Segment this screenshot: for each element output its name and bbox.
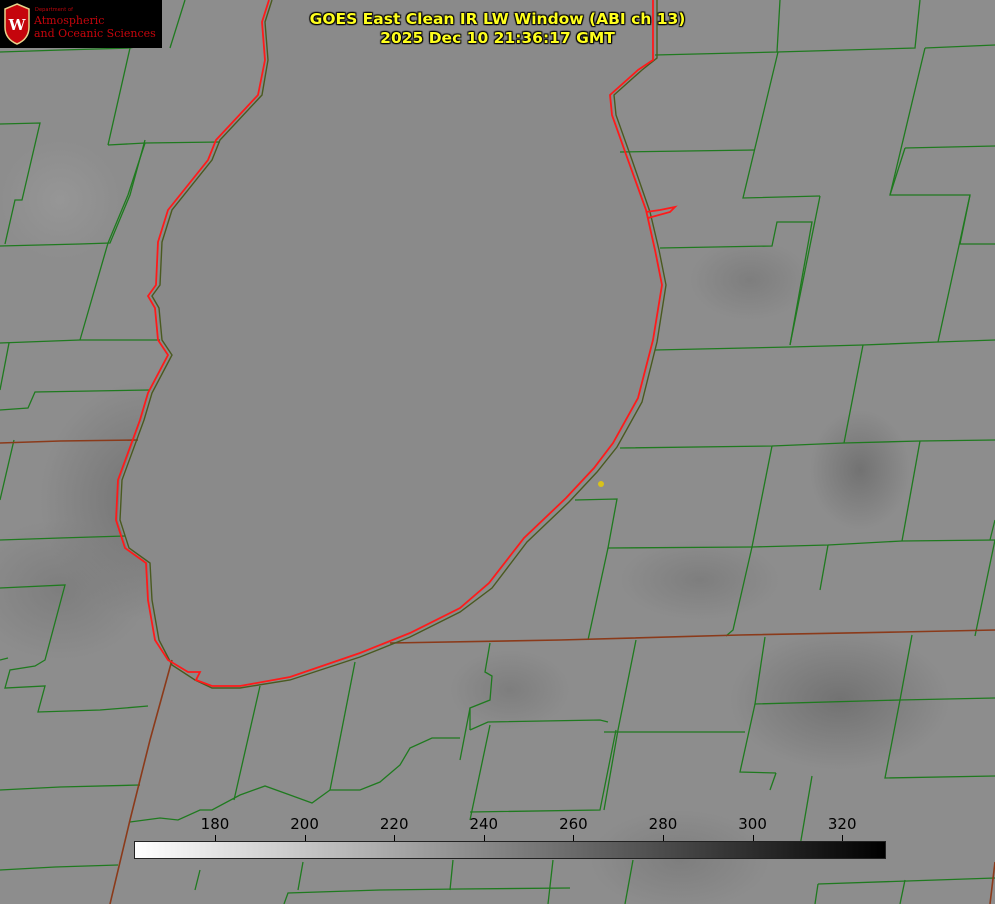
- colorbar-tick-label: 280: [648, 815, 678, 833]
- title-product: GOES East Clean IR LW Window (ABI ch 13): [309, 10, 686, 28]
- colorbar-tick-mark: [394, 835, 396, 841]
- colorbar-tick-mark: [215, 835, 216, 841]
- location-marker: [598, 481, 604, 487]
- colorbar-tick-label: 260: [559, 815, 588, 833]
- colorbar-tick-label: 200: [290, 815, 319, 833]
- colorbar-tick-label: 240: [469, 815, 499, 833]
- colorbar-tick-mark: [842, 835, 844, 841]
- colorbar-tick-mark: [573, 835, 575, 841]
- colorbar-tick-label: 320: [827, 815, 857, 833]
- colorbar-tick-label: 180: [200, 815, 230, 833]
- colorbar-tick-mark: [752, 835, 754, 841]
- colorbar-tick-label: 300: [738, 815, 767, 833]
- colorbar-tick-label: 220: [379, 815, 409, 833]
- title-timestamp: 2025 Dec 10 21:36:17 GMT: [380, 29, 615, 47]
- satellite-map-view: W Department of Atmospheric and Oceanic …: [0, 0, 995, 904]
- image-title: GOES East Clean IR LW Window (ABI ch 13)…: [0, 10, 995, 48]
- colorbar-tick-mark: [663, 835, 664, 841]
- colorbar-tick-mark: [304, 835, 306, 841]
- temperature-colorbar: [134, 841, 886, 859]
- ir-map: [0, 0, 995, 904]
- colorbar-tick-mark: [483, 835, 485, 841]
